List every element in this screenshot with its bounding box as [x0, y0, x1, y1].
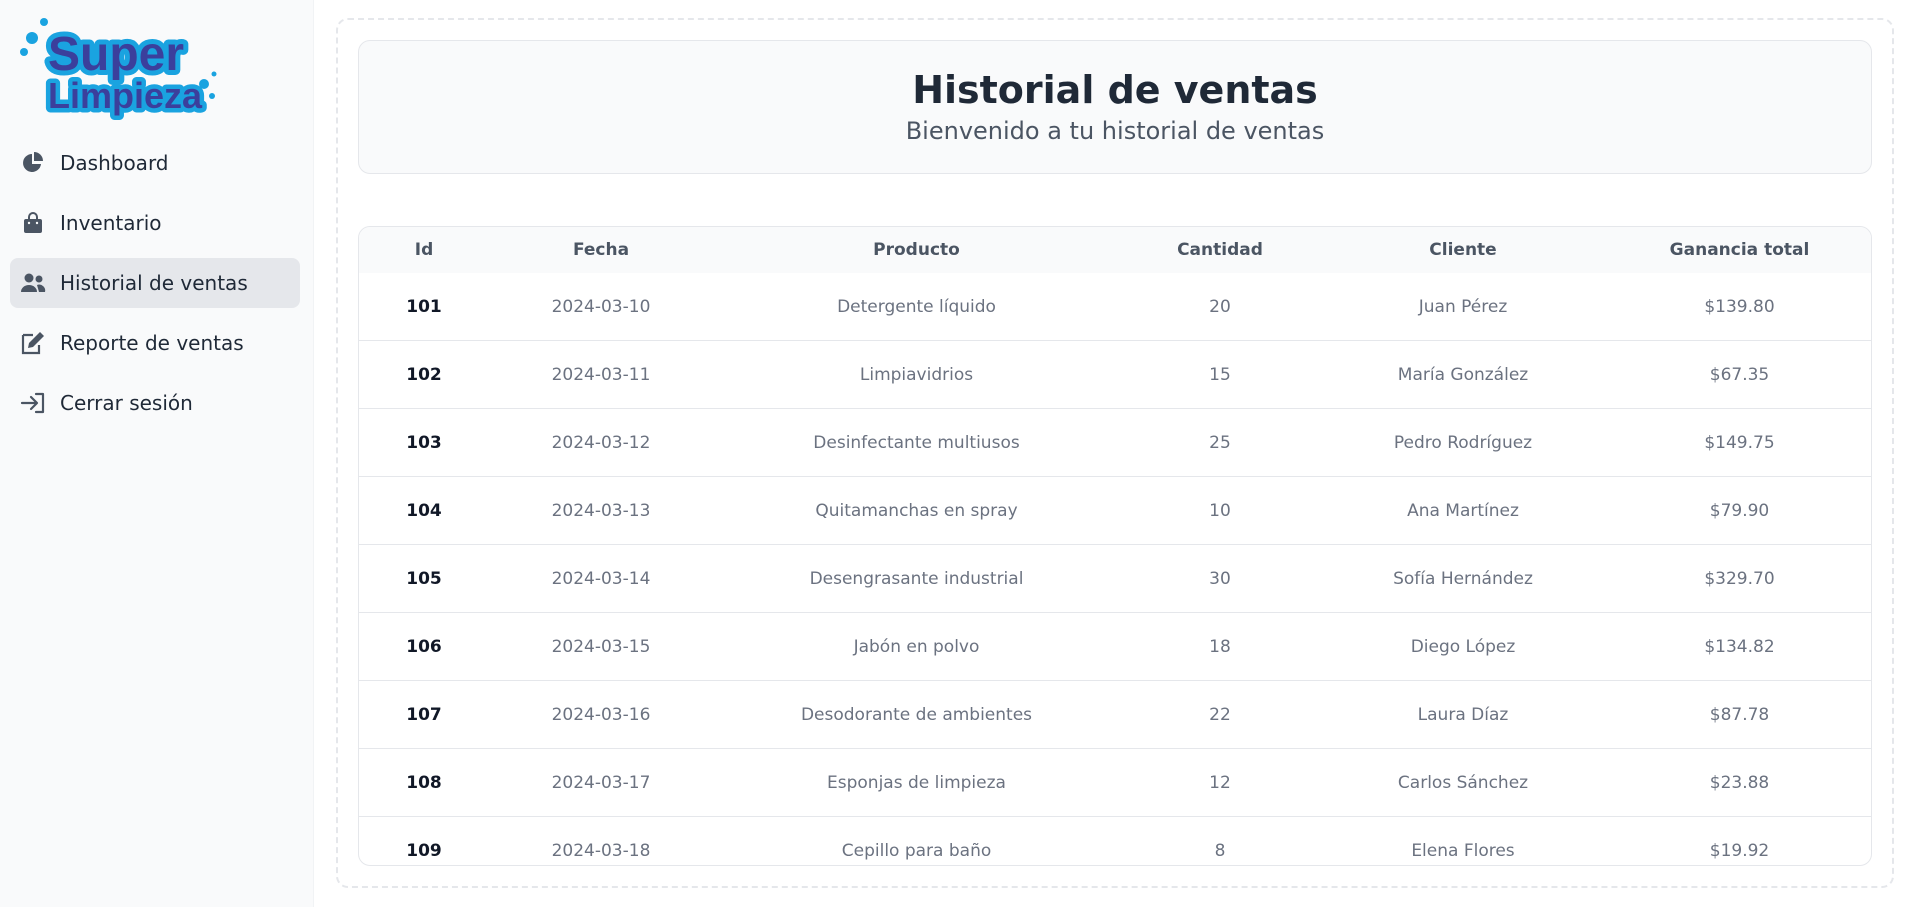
sidebar-item-label: Inventario — [60, 211, 162, 235]
cell-cantidad: 18 — [1120, 612, 1320, 681]
column-header-producto[interactable]: Producto — [713, 227, 1120, 273]
sidebar-item-label: Reporte de ventas — [60, 331, 244, 355]
sidebar-item-historial-de-ventas[interactable]: Historial de ventas — [10, 258, 300, 308]
table-body: 101 2024-03-10 Detergente líquido 20 Juan Pé… — [359, 273, 1871, 865]
cell-cantidad: 12 — [1120, 748, 1320, 817]
cell-cantidad: 15 — [1120, 340, 1320, 409]
cell-fecha: 2024-03-13 — [489, 476, 713, 545]
cell-ganancia-total: $79.90 — [1606, 476, 1871, 545]
super-limpieza-logo[interactable]: Super Super Limpieza Limpieza — [18, 14, 218, 121]
cell-id: 109 — [359, 816, 489, 865]
cell-fecha: 2024-03-17 — [489, 748, 713, 817]
cell-producto: Desodorante de ambientes — [713, 680, 1120, 749]
table-row[interactable]: 102 2024-03-11 Limpiavidrios 15 María Gonzál… — [359, 340, 1871, 409]
column-header-ganancia-total[interactable]: Ganancia total — [1606, 227, 1871, 273]
main-content: Historial de ventas Bienvenido a tu hist… — [336, 18, 1894, 888]
cell-ganancia-total: $19.92 — [1606, 816, 1871, 865]
table-row[interactable]: 104 2024-03-13 Quitamanchas en spray 10 Ana … — [359, 476, 1871, 545]
cell-cantidad: 22 — [1120, 680, 1320, 749]
cell-cliente: Juan Pérez — [1418, 296, 1508, 317]
cell-fecha: 2024-03-11 — [489, 340, 713, 409]
sidebar-item-cerrar-sesion[interactable]: Cerrar sesión — [10, 378, 300, 428]
sign-in-icon — [20, 390, 46, 416]
cell-producto: Desengrasante industrial — [713, 544, 1120, 613]
cell-ganancia-total: $139.80 — [1704, 296, 1775, 317]
cell-cliente: Diego López — [1320, 612, 1606, 681]
pie-chart-icon — [20, 150, 46, 176]
cell-fecha: 2024-03-10 — [551, 296, 651, 317]
cell-cliente: Carlos Sánchez — [1320, 748, 1606, 817]
cell-id: 101 — [406, 296, 442, 317]
cell-producto: Detergente líquido — [837, 296, 996, 317]
column-header-cantidad[interactable]: Cantidad — [1120, 227, 1320, 273]
cell-ganancia-total: $23.88 — [1606, 748, 1871, 817]
sidebar-item-label: Historial de ventas — [60, 271, 248, 295]
cell-id: 108 — [359, 748, 489, 817]
cell-cliente: Laura Díaz — [1320, 680, 1606, 749]
page-subtitle: Bienvenido a tu historial de ventas — [905, 117, 1325, 145]
sidebar-item-reporte-de-ventas[interactable]: Reporte de ventas — [10, 318, 300, 368]
shopping-bag-icon — [20, 210, 46, 236]
sidebar-item-label: Cerrar sesión — [60, 391, 193, 415]
cell-id: 106 — [359, 612, 489, 681]
cell-cliente: María González — [1320, 340, 1606, 409]
table-header-row: Id Fecha Producto Cantidad Cliente Ganan… — [359, 227, 1871, 273]
table-row[interactable]: 107 2024-03-16 Desodorante de ambientes 22 L… — [359, 680, 1871, 749]
column-header-fecha[interactable]: Fecha — [489, 227, 713, 273]
cell-fecha: 2024-03-16 — [489, 680, 713, 749]
cell-ganancia-total: $134.82 — [1606, 612, 1871, 681]
svg-text:Super: Super — [48, 28, 184, 81]
cell-cantidad: 20 — [1209, 296, 1231, 317]
cell-cliente: Pedro Rodríguez — [1320, 408, 1606, 477]
cell-fecha: 2024-03-12 — [489, 408, 713, 477]
sidebar: Super Super Limpieza Limpieza Dashboard — [0, 0, 314, 907]
table-row[interactable]: 105 2024-03-14 Desengrasante industrial 30 S… — [359, 544, 1871, 613]
table-row[interactable]: 101 2024-03-10 Detergente líquido 20 Juan Pé… — [359, 273, 1871, 341]
cell-producto: Esponjas de limpieza — [713, 748, 1120, 817]
cell-ganancia-total: $149.75 — [1606, 408, 1871, 477]
cell-producto: Desinfectante multiusos — [713, 408, 1120, 477]
sidebar-nav: Dashboard Inventario Historial de ventas… — [10, 138, 300, 438]
page-header: Historial de ventas Bienvenido a tu hist… — [358, 40, 1872, 174]
cell-fecha: 2024-03-18 — [489, 816, 713, 865]
cell-ganancia-total: $87.78 — [1606, 680, 1871, 749]
cell-cantidad: 30 — [1120, 544, 1320, 613]
table-row[interactable]: 103 2024-03-12 Desinfectante multiusos 25 Pe… — [359, 408, 1871, 477]
cell-producto: Jabón en polvo — [713, 612, 1120, 681]
edit-document-icon — [20, 330, 46, 356]
cell-cliente: Elena Flores — [1320, 816, 1606, 865]
sidebar-item-label: Dashboard — [60, 151, 169, 175]
cell-fecha: 2024-03-14 — [489, 544, 713, 613]
cell-id: 107 — [359, 680, 489, 749]
page-title: Historial de ventas — [912, 68, 1318, 112]
cell-id: 103 — [359, 408, 489, 477]
cell-ganancia-total: $67.35 — [1606, 340, 1871, 409]
table-row[interactable]: 106 2024-03-15 Jabón en polvo 18 Diego López… — [359, 612, 1871, 681]
sidebar-item-dashboard[interactable]: Dashboard — [10, 138, 300, 188]
sidebar-item-inventario[interactable]: Inventario — [10, 198, 300, 248]
users-icon — [20, 270, 46, 296]
cell-cantidad: 8 — [1120, 816, 1320, 865]
cell-id: 104 — [359, 476, 489, 545]
cell-id: 102 — [359, 340, 489, 409]
column-header-cliente[interactable]: Cliente — [1320, 227, 1606, 273]
column-header-id[interactable]: Id — [359, 227, 489, 273]
table-row[interactable]: 108 2024-03-17 Esponjas de limpieza 12 Carlo… — [359, 748, 1871, 817]
svg-text:Limpieza: Limpieza — [48, 75, 203, 116]
cell-cliente: Ana Martínez — [1320, 476, 1606, 545]
cell-cantidad: 10 — [1120, 476, 1320, 545]
cell-producto: Cepillo para baño — [713, 816, 1120, 865]
cell-producto: Quitamanchas en spray — [713, 476, 1120, 545]
sales-history-table: Id Fecha Producto Cantidad Cliente Ganan… — [358, 226, 1872, 866]
cell-id: 105 — [359, 544, 489, 613]
cell-fecha: 2024-03-15 — [489, 612, 713, 681]
table-row[interactable]: 109 2024-03-18 Cepillo para baño 8 Elena Flo… — [359, 816, 1871, 865]
cell-producto: Limpiavidrios — [713, 340, 1120, 409]
cell-cliente: Sofía Hernández — [1320, 544, 1606, 613]
cell-cantidad: 25 — [1120, 408, 1320, 477]
cell-ganancia-total: $329.70 — [1606, 544, 1871, 613]
